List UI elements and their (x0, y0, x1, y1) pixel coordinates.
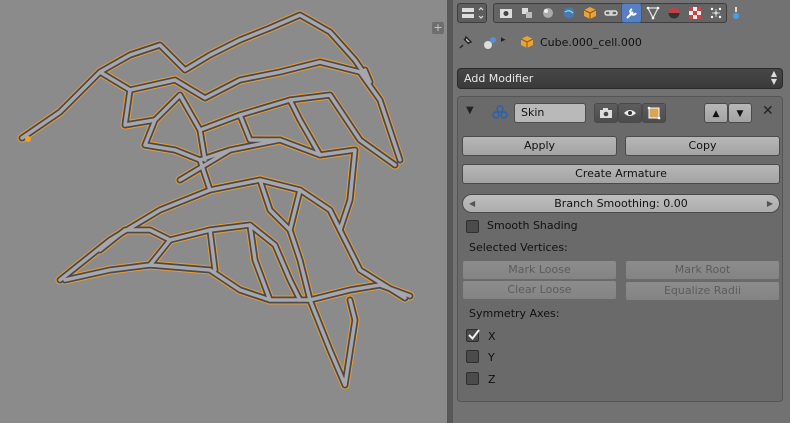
modifier-context-icon (484, 37, 496, 49)
mark-loose-button[interactable]: Mark Loose (462, 260, 617, 280)
viewport-toolshelf-toggle[interactable]: + (432, 22, 444, 34)
object-name: Cube.000_cell.000 (540, 36, 642, 49)
particles-icon[interactable] (705, 3, 726, 23)
render-toggle[interactable] (594, 103, 618, 123)
material-icon[interactable] (663, 3, 684, 23)
skin-mesh-wireframe (17, 10, 415, 390)
camera-icon (600, 108, 612, 118)
mark-root-button[interactable]: Mark Root (625, 260, 780, 280)
data-icon[interactable] (642, 3, 663, 23)
branch-smoothing-slider[interactable]: ◀ Branch Smoothing: 0.00 ▶ (462, 194, 780, 213)
modifier-name-field[interactable]: Skin (514, 103, 586, 123)
symmetry-x-checkbox[interactable] (466, 329, 480, 342)
symmetry-x-label: X (488, 330, 496, 343)
scene-icon[interactable] (537, 3, 558, 23)
modifier-header: ▼ Skin ▲ ▼ ✕ (458, 97, 782, 127)
edit-mode-toggle[interactable] (642, 103, 666, 123)
properties-header (453, 0, 790, 26)
symmetry-z-checkbox[interactable] (466, 372, 479, 385)
object-icon[interactable] (579, 3, 600, 23)
smooth-shading-label: Smooth Shading (487, 219, 578, 232)
move-down-button[interactable]: ▼ (728, 103, 752, 123)
3d-viewport[interactable] (0, 0, 447, 423)
viewport-display-toggle[interactable] (618, 103, 642, 123)
add-modifier-menu[interactable]: Add Modifier ▲ ▼ (457, 68, 783, 89)
create-armature-button[interactable]: Create Armature (462, 164, 780, 184)
selected-vertices-label: Selected Vertices: (469, 241, 568, 254)
symmetry-axes-label: Symmetry Axes: (469, 307, 560, 320)
branch-smoothing-label: Branch Smoothing: 0.00 (554, 197, 688, 210)
copy-button[interactable]: Copy (625, 136, 780, 156)
symmetry-z-label: Z (488, 373, 496, 386)
chevron-right-icon: ▸ (501, 35, 506, 45)
symmetry-y-label: Y (488, 351, 495, 364)
render-layers-icon[interactable] (516, 3, 537, 23)
render-icon[interactable] (495, 3, 516, 23)
properties-editor-icon (462, 7, 484, 19)
texture-icon[interactable] (684, 3, 705, 23)
breadcrumb: ▸ Cube.000_cell.000 (453, 32, 790, 54)
smooth-shading-checkbox[interactable] (466, 220, 479, 233)
add-modifier-label: Add Modifier (464, 72, 534, 85)
world-icon[interactable] (558, 3, 579, 23)
triangle-down-icon: ▼ (736, 109, 744, 119)
dropdown-arrows-icon: ▲ ▼ (770, 69, 777, 86)
collapse-triangle-icon[interactable]: ▼ (466, 105, 474, 116)
skin-modifier-panel: ▼ Skin ▲ ▼ ✕ Apply Copy Create Armature … (457, 96, 783, 402)
skin-modifier-icon (492, 105, 508, 119)
physics-icon[interactable] (725, 3, 746, 23)
clear-loose-button[interactable]: Clear Loose (462, 280, 617, 300)
close-icon[interactable]: ✕ (762, 103, 774, 119)
pin-icon[interactable] (459, 35, 473, 49)
constraints-icon[interactable] (600, 3, 621, 23)
object-icon (520, 36, 534, 48)
decrement-arrow-icon[interactable]: ◀ (469, 195, 475, 212)
modifiers-icon[interactable] (621, 3, 642, 23)
editor-type-menu[interactable] (457, 3, 487, 23)
apply-button[interactable]: Apply (462, 136, 617, 156)
checkmark-icon (468, 329, 480, 341)
increment-arrow-icon[interactable]: ▶ (767, 195, 773, 212)
edit-mode-icon (647, 106, 661, 120)
triangle-up-icon: ▲ (712, 109, 720, 119)
equalize-radii-button[interactable]: Equalize Radii (625, 281, 780, 301)
move-up-button[interactable]: ▲ (704, 103, 728, 123)
eye-icon (624, 110, 636, 116)
properties-panel: ▸ Cube.000_cell.000 Add Modifier ▲ ▼ ▼ Sk… (453, 0, 790, 423)
symmetry-y-checkbox[interactable] (466, 350, 479, 363)
